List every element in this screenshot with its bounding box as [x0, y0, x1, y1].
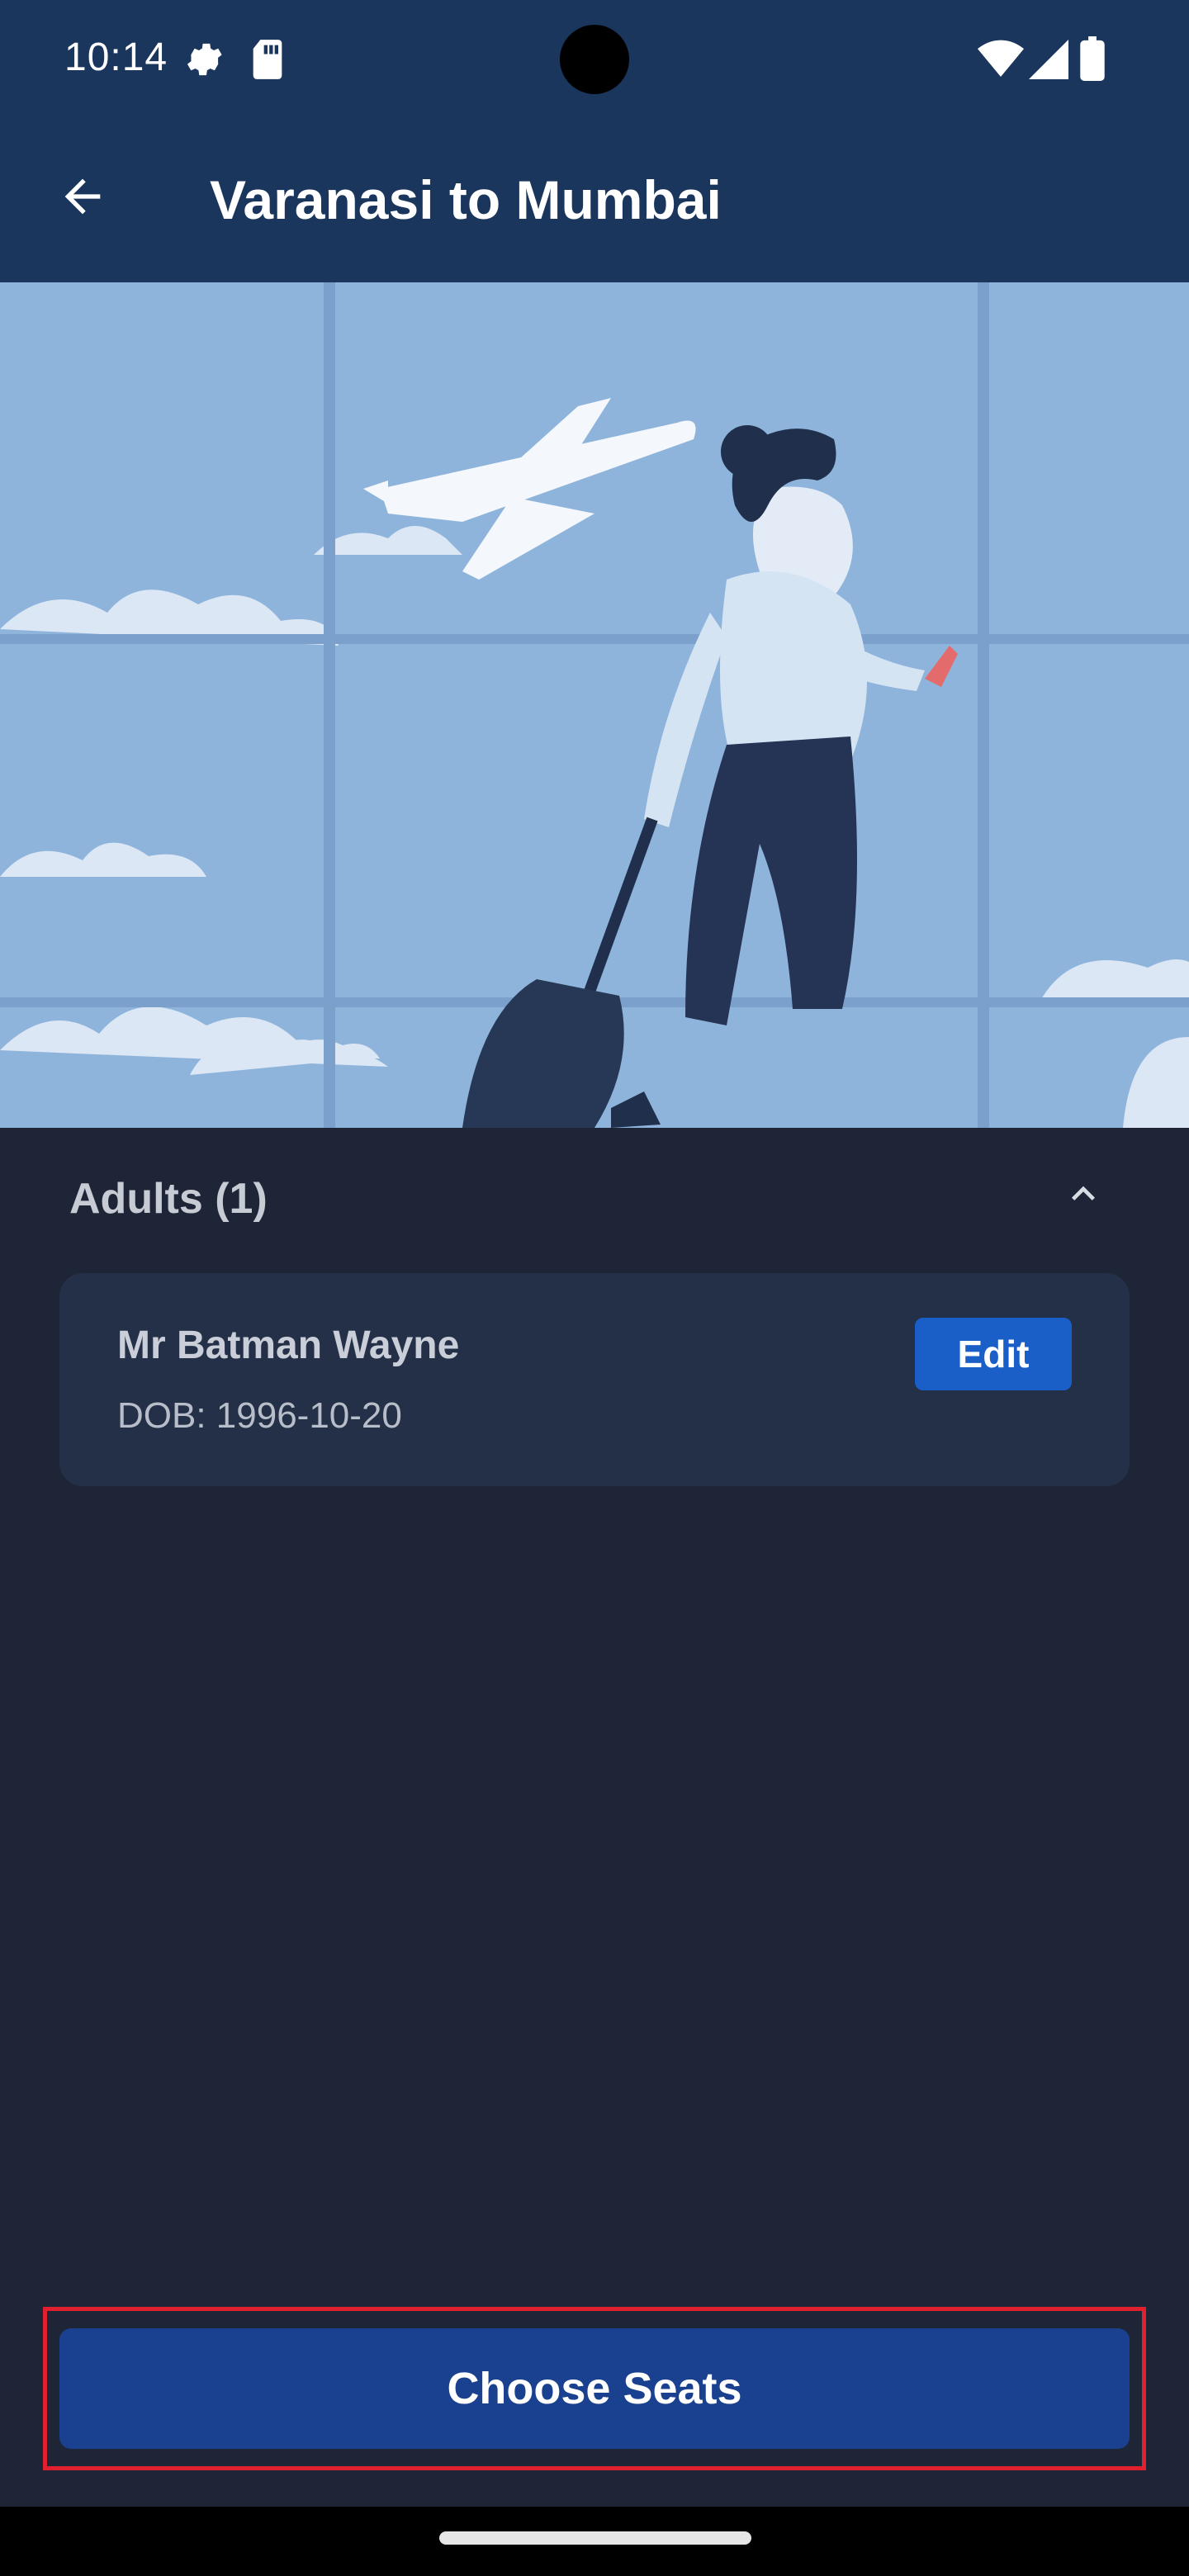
system-nav-bar: [0, 2507, 1189, 2576]
status-time: 10:14: [64, 36, 168, 79]
passenger-card: Mr Batman Wayne DOB: 1996-10-20 Edit: [59, 1273, 1130, 1486]
battery-icon: [1080, 36, 1105, 85]
gear-icon: [183, 38, 226, 85]
wifi-icon: [978, 40, 1024, 83]
collapse-adults-button[interactable]: [1049, 1161, 1118, 1230]
page-title: Varanasi to Mumbai: [210, 169, 722, 230]
choose-seats-button[interactable]: Choose Seats: [59, 2328, 1130, 2449]
back-button[interactable]: [50, 165, 116, 231]
sd-card-icon: [249, 38, 286, 85]
hero-illustration: [0, 282, 1189, 1128]
traveler-illustration: [0, 282, 1189, 1128]
signal-icon: [1029, 40, 1068, 83]
chevron-up-icon: [1060, 1171, 1106, 1221]
app-bar: Varanasi to Mumbai: [0, 119, 1189, 282]
adults-header: Adults (1): [69, 1175, 268, 1223]
camera-cutout: [560, 25, 629, 94]
edit-passenger-button[interactable]: Edit: [915, 1318, 1072, 1390]
status-bar: 10:14: [0, 0, 1189, 119]
arrow-left-icon: [56, 170, 109, 227]
passenger-dob: DOB: 1996-10-20: [117, 1395, 402, 1436]
passenger-name: Mr Batman Wayne: [117, 1324, 460, 1367]
home-gesture-handle[interactable]: [439, 2531, 751, 2545]
